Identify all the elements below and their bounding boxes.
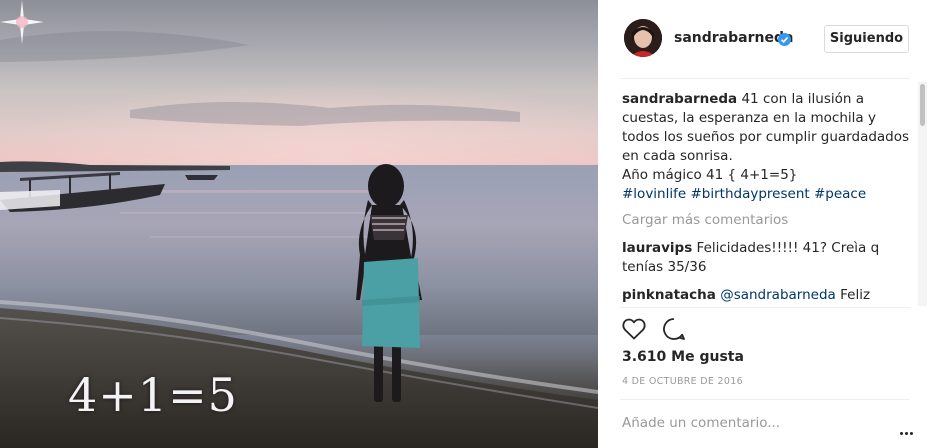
caption-username[interactable]: sandrabarneda: [622, 91, 737, 107]
actions-divider: [620, 307, 910, 308]
hashtag-peace[interactable]: #peace: [814, 186, 866, 202]
add-comment-divider: [620, 399, 910, 400]
comment-username[interactable]: lauravips: [622, 240, 692, 256]
caption: sandrabarneda 41 con la ilusión a cuesta…: [622, 90, 914, 204]
add-comment-input[interactable]: [622, 412, 882, 434]
post-side-panel: sandrabarneda Siguiendo sandrabarneda 41…: [598, 0, 933, 448]
verified-badge-icon: [778, 33, 791, 46]
comment-mention[interactable]: @sandrabarneda: [720, 287, 836, 303]
post-photo[interactable]: 4+1=5: [0, 0, 598, 448]
photo-overlay-text: 4+1=5: [68, 368, 238, 422]
following-button[interactable]: Siguiendo: [824, 25, 909, 53]
header-divider: [620, 78, 910, 79]
comment-username[interactable]: pinknatacha: [622, 287, 716, 303]
load-more-comments-link[interactable]: Cargar más comentarios: [622, 211, 914, 230]
post-header: sandrabarneda Siguiendo: [598, 0, 933, 78]
avatar[interactable]: [624, 19, 662, 57]
hashtag-birthdaypresent[interactable]: #birthdaypresent: [690, 186, 809, 202]
comment-item: lauravips Felicidades!!!!! 41? Creìa q t…: [622, 239, 914, 277]
heart-icon[interactable]: [622, 318, 646, 340]
post-date[interactable]: 4 DE OCTUBRE DE 2016: [622, 376, 743, 387]
likes-count[interactable]: 3.610 Me gusta: [622, 349, 744, 365]
hashtag-lovinlife[interactable]: #lovinlife: [622, 186, 686, 202]
comment-item: pinknatacha @sandrabarneda Feliz cumplea…: [622, 286, 914, 306]
profile-picture: [624, 19, 662, 57]
header-username[interactable]: sandrabarneda: [674, 30, 793, 46]
comment-bubble-icon[interactable]: [662, 317, 686, 341]
comments-list[interactable]: sandrabarneda 41 con la ilusión a cuesta…: [622, 90, 914, 306]
more-options-icon[interactable]: [900, 420, 916, 435]
comments-scrollbar-thumb[interactable]: [920, 84, 925, 126]
